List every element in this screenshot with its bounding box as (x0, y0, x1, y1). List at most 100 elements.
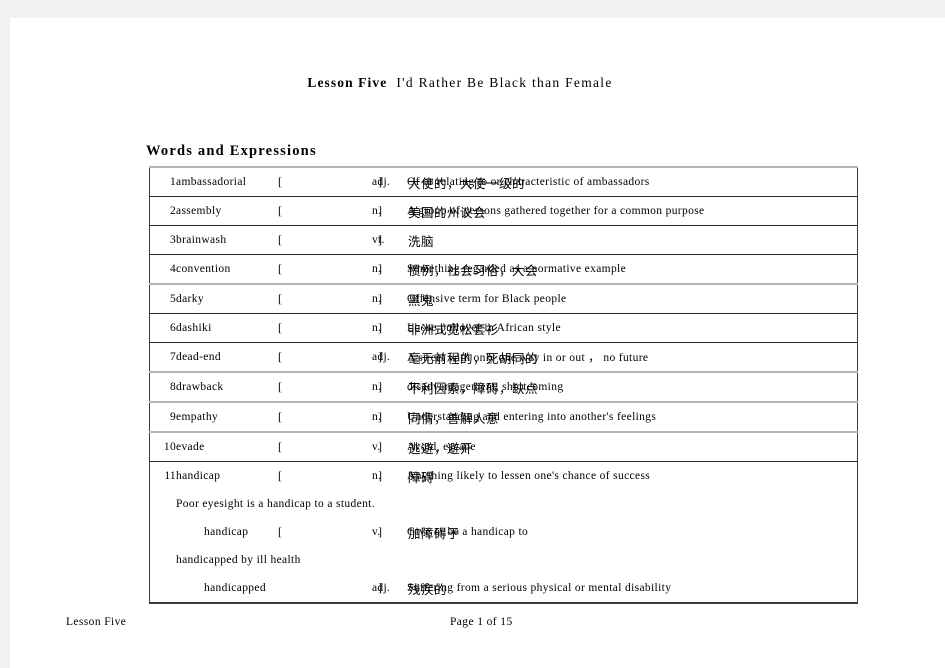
table-row: 1 ambassadorial [ ] adj. 大使的，大使一级的 Of or… (149, 167, 858, 197)
bracket-open-icon: [ (278, 439, 282, 454)
table-row: 10 evade [ ] v. 逃避，避开 Avoid, escape (149, 432, 858, 462)
row-definition: A street with only one way in or out ， n… (407, 342, 858, 373)
bracket-open-icon: [ (278, 291, 282, 306)
bracket-close-icon: ] (378, 320, 382, 335)
row-phonetic: [ ] (272, 462, 382, 491)
table-row: 5 darky [ ] n. 黑鬼 Offensive term for Bla… (149, 284, 858, 314)
example-row: Poor eyesight is a handicap to a student… (150, 490, 858, 518)
row-phonetic: [ ] (272, 167, 382, 197)
row-number-empty (150, 518, 177, 546)
bracket-open-icon: [ (278, 203, 282, 218)
row-number: 7 (149, 342, 176, 373)
row-number: 2 (149, 196, 176, 226)
bracket-open-icon: [ (278, 468, 282, 483)
bracket-open-icon: [ (278, 409, 282, 424)
row-word: convention (176, 254, 272, 285)
row-definition: disadvantagement, shortcoming (407, 372, 858, 403)
row-number-empty (150, 490, 177, 518)
bracket-close-icon: ] (378, 174, 382, 189)
table-row: handicapped ] adj. 残疾的 Suffering from a … (150, 574, 858, 603)
row-word: dead-end (176, 342, 272, 373)
row-definition: Of or relating to or characteristic of a… (407, 167, 858, 197)
bracket-close-icon: ] (378, 524, 382, 539)
bracket-close-icon: ] (378, 203, 382, 218)
document-page: Lesson Five I'd Rather Be Black than Fema… (10, 18, 945, 668)
row-word: drawback (176, 372, 272, 403)
table-row: handicap [ ] v. 加障碍于 Give or be a handic… (150, 518, 858, 546)
row-phonetic: [ ] (272, 372, 382, 403)
row-word: empathy (176, 402, 272, 433)
row-definition: Avoid, escape (407, 432, 858, 462)
row-word: handicap (176, 470, 221, 482)
row-number: 3 (149, 225, 176, 255)
row-phonetic: [ ] (272, 518, 382, 546)
table-row: 6 dashiki [ ] n. 非洲式宽松套衫 Loose pullover … (149, 313, 858, 343)
table-row: 11 handicap [ ] n. 障碍 Anything likely to… (150, 462, 858, 491)
bracket-close-icon: ] (378, 232, 382, 247)
row-word: dashiki (176, 313, 272, 343)
footer-lesson-label: Lesson Five (66, 616, 127, 628)
footer-page-number: Page 1 of 15 (450, 616, 513, 628)
example-sentence: handicapped by ill health (176, 554, 301, 566)
vocabulary-table: 1 ambassadorial [ ] adj. 大使的，大使一级的 Of or… (149, 166, 858, 604)
bracket-close-icon: ] (378, 349, 382, 364)
bracket-close-icon: ] (378, 439, 382, 454)
table-row: 2 assembly [ ] n. 美国的州议会 A group of pers… (149, 196, 858, 226)
bracket-close-icon: ] (378, 291, 382, 306)
row-word: darky (176, 284, 272, 314)
row-definition: Offensive term for Black people (407, 284, 858, 314)
table-row: 3 brainwash [ ] vt. 洗脑 (149, 225, 858, 255)
document-viewport: Lesson Five I'd Rather Be Black than Fema… (0, 0, 945, 668)
row-word: brainwash (176, 225, 272, 255)
row-phonetic: [ ] (272, 196, 382, 226)
row-word: handicap (204, 526, 249, 538)
row-number: 8 (149, 372, 176, 403)
bracket-close-icon: ] (378, 379, 382, 394)
table-row: 9 empathy [ ] n. 同情，善解人意 Understanding a… (149, 402, 858, 433)
bracket-open-icon: [ (278, 349, 282, 364)
row-number: 11 (164, 470, 176, 482)
table-row: 8 drawback [ ] n. 不利因素，障碍，缺点 disadvantag… (149, 372, 858, 403)
section-heading: Words and Expressions (146, 143, 317, 159)
page-title: Lesson Five I'd Rather Be Black than Fema… (10, 75, 910, 91)
example-sentence: Poor eyesight is a handicap to a student… (176, 498, 375, 510)
bracket-close-icon: ] (378, 261, 382, 276)
bracket-close-icon: ] (378, 580, 382, 595)
row-phonetic: [ ] (272, 284, 382, 314)
row-phonetic: ] (272, 574, 382, 603)
row-number: 4 (149, 254, 176, 285)
row-word: handicapped (204, 582, 266, 594)
row-number: 9 (149, 402, 176, 433)
bracket-open-icon: [ (278, 174, 282, 189)
bracket-open-icon: [ (278, 232, 282, 247)
bracket-open-icon: [ (278, 320, 282, 335)
page-footer: Lesson Five Page 1 of 15 (10, 616, 945, 636)
row-number: 5 (149, 284, 176, 314)
row-definition: Understanding and entering into another'… (407, 402, 858, 433)
row-number: 6 (149, 313, 176, 343)
row-word: ambassadorial (176, 167, 272, 197)
row-word: evade (176, 432, 272, 462)
row-phonetic: [ ] (272, 402, 382, 433)
example-row: handicapped by ill health (150, 546, 858, 574)
bracket-open-icon: [ (278, 524, 282, 539)
row-number: 10 (149, 432, 176, 462)
bracket-open-icon: [ (278, 261, 282, 276)
bracket-close-icon: ] (378, 468, 382, 483)
table-row: 4 convention [ ] n. 惯例，社会习俗，大会 Something… (149, 254, 858, 285)
row-definition: Something regarded as a normative exampl… (407, 254, 858, 285)
row-phonetic: [ ] (272, 432, 382, 462)
row-number-empty (150, 574, 177, 603)
lesson-subject: I'd Rather Be Black than Female (396, 75, 613, 90)
row-chinese: 洗脑 (408, 233, 435, 249)
row-phonetic: [ ] (272, 342, 382, 373)
row-phonetic: [ ] (272, 313, 382, 343)
table-row: 7 dead-end [ ] adj. 毫无前程的，死胡同的 A street … (149, 342, 858, 373)
vocabulary-table-body: 1 ambassadorial [ ] adj. 大使的，大使一级的 Of or… (149, 167, 858, 603)
bracket-open-icon: [ (278, 379, 282, 394)
lesson-label: Lesson Five (307, 75, 388, 90)
bracket-close-icon: ] (378, 409, 382, 424)
row-number-empty (150, 546, 177, 574)
row-phonetic: [ ] (272, 254, 382, 285)
row-word: assembly (176, 196, 272, 226)
